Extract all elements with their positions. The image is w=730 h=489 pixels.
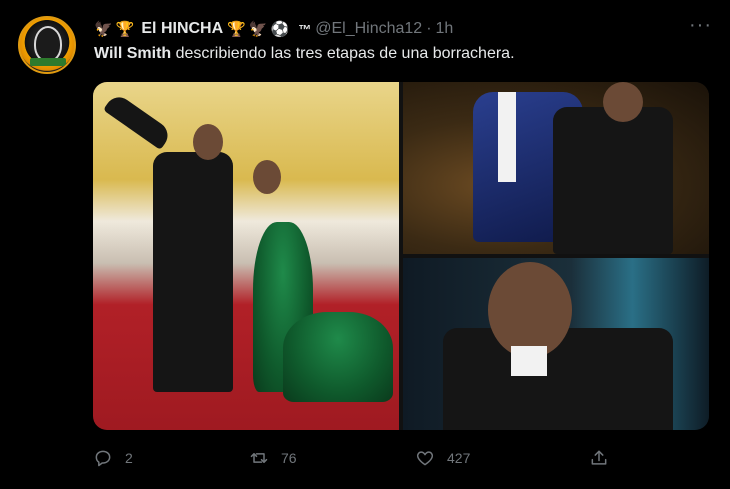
eagle-icon: 🦅 <box>94 20 113 38</box>
media-photo-stage[interactable] <box>403 82 709 254</box>
eagle-icon: 🦅 <box>248 20 268 38</box>
avatar[interactable] <box>18 16 76 74</box>
trademark-symbol: ™ <box>298 21 312 37</box>
media-photo-red-carpet[interactable] <box>93 82 399 430</box>
media-photo-speech[interactable] <box>403 258 709 430</box>
photo-figure-dress <box>243 222 393 402</box>
media-grid <box>93 82 709 430</box>
photo-figure-suit <box>153 152 233 392</box>
tweet-text-body: describiendo las tres etapas de una borr… <box>171 45 515 62</box>
photo-collar <box>511 346 547 376</box>
timestamp[interactable]: 1h <box>436 20 454 38</box>
soccer-ball-icon: ⚽ <box>270 20 290 38</box>
heart-icon <box>416 451 434 466</box>
reply-icon <box>95 450 111 467</box>
more-icon[interactable]: ··· <box>689 14 712 37</box>
author-handle[interactable]: @El_Hincha12 <box>315 20 422 38</box>
retweet-icon <box>250 453 268 463</box>
author-name-link[interactable]: 🦅 🏆 El HINCHA 🏆 🦅 ⚽ ™ <box>94 20 311 38</box>
photo-arm-raised <box>103 91 173 151</box>
tweet-header: 🦅 🏆 El HINCHA 🏆 🦅 ⚽ ™ @El_Hincha12 · 1h <box>94 17 453 41</box>
like-button[interactable]: 427 <box>415 446 470 470</box>
photo-head-right <box>603 82 643 122</box>
separator-dot: · <box>426 20 432 37</box>
like-count: 427 <box>447 450 471 466</box>
trophy-icon: 🏆 <box>115 20 135 38</box>
photo-head-man <box>193 124 223 160</box>
tweet-text: Will Smith describiendo las tres etapas … <box>94 45 515 63</box>
reply-button[interactable]: 2 <box>93 446 133 470</box>
retweet-button[interactable]: 76 <box>249 446 297 470</box>
photo-figure-black-tux <box>553 107 673 254</box>
photo-shirt <box>498 92 516 182</box>
tweet[interactable]: 🦅 🏆 El HINCHA 🏆 🦅 ⚽ ™ @El_Hincha12 · 1h … <box>0 0 730 489</box>
avatar-badge <box>30 58 66 66</box>
author-name: El HINCHA <box>141 20 224 37</box>
reply-count: 2 <box>125 450 133 466</box>
trophy-icon: 🏆 <box>227 20 246 38</box>
share-icon <box>591 450 607 465</box>
share-button[interactable] <box>589 446 609 470</box>
avatar-emblem <box>34 26 62 62</box>
photo-head-speaker <box>488 262 572 358</box>
retweet-count: 76 <box>281 450 297 466</box>
photo-head-woman <box>253 160 281 194</box>
tweet-text-bold: Will Smith <box>94 45 172 62</box>
